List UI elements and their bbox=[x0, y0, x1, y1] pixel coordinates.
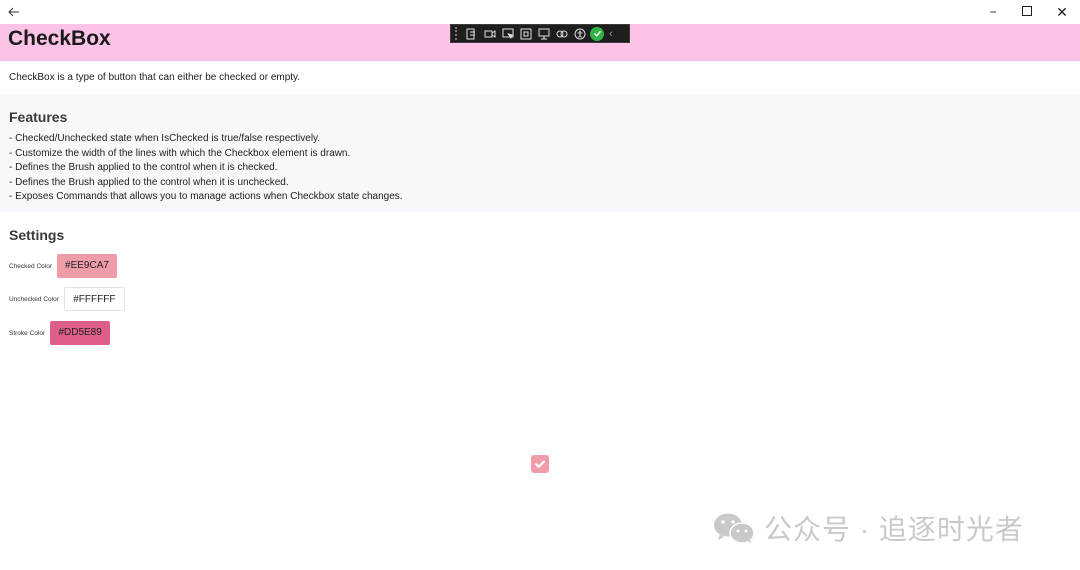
maximize-icon bbox=[1022, 6, 1032, 16]
feature-item: - Defines the Brush applied to the contr… bbox=[9, 162, 278, 173]
toolbar-grip[interactable] bbox=[455, 27, 459, 40]
accessibility-icon[interactable] bbox=[572, 27, 587, 41]
xaml-debug-toolbar: ‹ bbox=[450, 24, 630, 43]
stroke-color-label: Stroke Color bbox=[9, 329, 46, 337]
maximize-button[interactable] bbox=[1012, 2, 1042, 22]
unchecked-color-button[interactable]: #FFFFFF bbox=[63, 287, 125, 311]
settings-title: Settings bbox=[9, 227, 65, 243]
binding-failures-icon[interactable] bbox=[554, 27, 569, 41]
feature-item: - Checked/Unchecked state when IsChecked… bbox=[9, 133, 321, 144]
feature-item: - Customize the width of the lines with … bbox=[9, 147, 351, 159]
stroke-color-button[interactable]: #DD5E89 bbox=[50, 321, 111, 345]
minimize-button[interactable]: − bbox=[978, 2, 1008, 22]
hot-reload-ok-icon[interactable] bbox=[590, 26, 604, 41]
demo-checkbox[interactable] bbox=[531, 455, 549, 473]
watermark-text: 公众号 · 追逐时光者 bbox=[764, 514, 1024, 545]
page-title: CheckBox bbox=[8, 27, 111, 50]
back-button[interactable] bbox=[4, 3, 24, 21]
title-bar: − ✕ bbox=[0, 0, 1080, 24]
feature-item: - Exposes Commands that allows you to ma… bbox=[9, 191, 403, 202]
track-focus-icon[interactable] bbox=[536, 27, 551, 41]
features-title: Features bbox=[9, 109, 68, 125]
collapse-icon[interactable]: ‹ bbox=[609, 28, 613, 40]
watermark: 公众号 · 追逐时光者 bbox=[712, 508, 1024, 548]
arrow-left-icon bbox=[8, 7, 19, 17]
display-layout-adorners-icon[interactable] bbox=[518, 27, 533, 41]
checkmark-icon bbox=[534, 460, 546, 468]
page-description: CheckBox is a type of button that can ei… bbox=[9, 72, 301, 83]
checked-color-setting: Checked Color #EE9CA7 bbox=[9, 254, 117, 278]
stroke-color-setting: Stroke Color #DD5E89 bbox=[9, 321, 111, 345]
feature-list: - Checked/Unchecked state when IsChecked… bbox=[9, 132, 403, 205]
unchecked-color-label: Unchecked Color bbox=[9, 295, 59, 303]
wechat-icon bbox=[714, 513, 755, 544]
select-element-icon[interactable] bbox=[500, 27, 515, 41]
checked-color-button[interactable]: #EE9CA7 bbox=[57, 254, 117, 278]
checked-color-label: Checked Color bbox=[9, 262, 52, 270]
features-section: Features - Checked/Unchecked state when … bbox=[0, 94, 1080, 212]
record-icon[interactable] bbox=[482, 27, 497, 41]
feature-item: - Defines the Brush applied to the contr… bbox=[9, 176, 289, 188]
live-visual-tree-icon[interactable] bbox=[464, 27, 479, 41]
unchecked-color-setting: Unchecked Color #FFFFFF bbox=[9, 287, 125, 311]
close-button[interactable]: ✕ bbox=[1047, 2, 1077, 22]
